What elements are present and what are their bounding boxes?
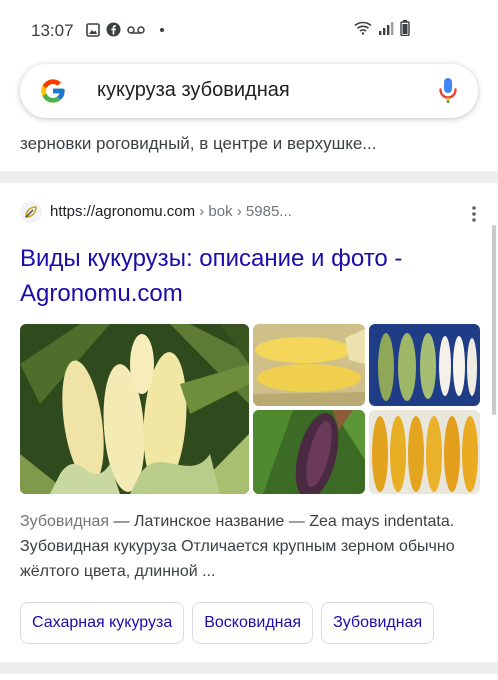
result-image-grid xyxy=(20,324,480,494)
more-options-icon[interactable] xyxy=(472,205,476,223)
result-url: https://agronomu.com xyxy=(50,203,196,220)
related-chips: Сахарная кукуруза Восковидная Зубовидная xyxy=(20,602,435,644)
previous-result-snippet: зерновки роговидный, в центре и верхушке… xyxy=(20,134,377,153)
result-image-purple-cob[interactable] xyxy=(253,410,365,494)
result-path: › bok › 5985... xyxy=(195,203,292,220)
result-image-yellow-row[interactable] xyxy=(369,410,480,494)
result-separator-bottom xyxy=(0,662,498,674)
result-title[interactable]: Виды кукурузы: описание и фото - Agronom… xyxy=(20,241,460,311)
site-favicon xyxy=(20,201,42,223)
google-logo-icon xyxy=(41,79,65,103)
facebook-icon xyxy=(106,22,121,37)
result-snippet: Зубовидная — Латинское название — Zea ma… xyxy=(20,509,480,584)
status-left-icons xyxy=(86,22,167,37)
search-bar[interactable]: кукуруза зубовидная xyxy=(20,64,478,118)
leaf-icon xyxy=(25,206,37,218)
status-right-icons xyxy=(354,20,410,36)
status-bar: 13:07 xyxy=(0,0,498,60)
snippet-source: Зубовидная xyxy=(20,513,110,530)
scrollbar[interactable] xyxy=(492,225,496,415)
image-icon xyxy=(86,22,100,37)
status-time: 13:07 xyxy=(31,21,74,40)
chip-dent-corn[interactable]: Зубовидная xyxy=(321,602,435,644)
result-image-ears-on-blue[interactable] xyxy=(369,324,480,406)
dot-icon xyxy=(160,27,164,32)
voicemail-icon xyxy=(127,25,145,34)
result-image-yellow-ears[interactable] xyxy=(253,324,365,406)
chip-sweet-corn[interactable]: Сахарная кукуруза xyxy=(20,602,185,644)
battery-icon xyxy=(400,20,410,36)
microphone-icon[interactable] xyxy=(438,77,458,105)
signal-icon xyxy=(379,22,394,35)
search-query[interactable]: кукуруза зубовидная xyxy=(97,79,290,102)
result-source[interactable]: https://agronomu.com › bok › 5985... xyxy=(20,201,292,223)
result-separator xyxy=(0,171,498,183)
wifi-icon xyxy=(354,21,372,35)
result-image-corn-plant[interactable] xyxy=(20,324,249,494)
search-result-card: https://agronomu.com › bok › 5985... Вид… xyxy=(0,183,498,653)
chip-waxy-corn[interactable]: Восковидная xyxy=(192,602,314,644)
